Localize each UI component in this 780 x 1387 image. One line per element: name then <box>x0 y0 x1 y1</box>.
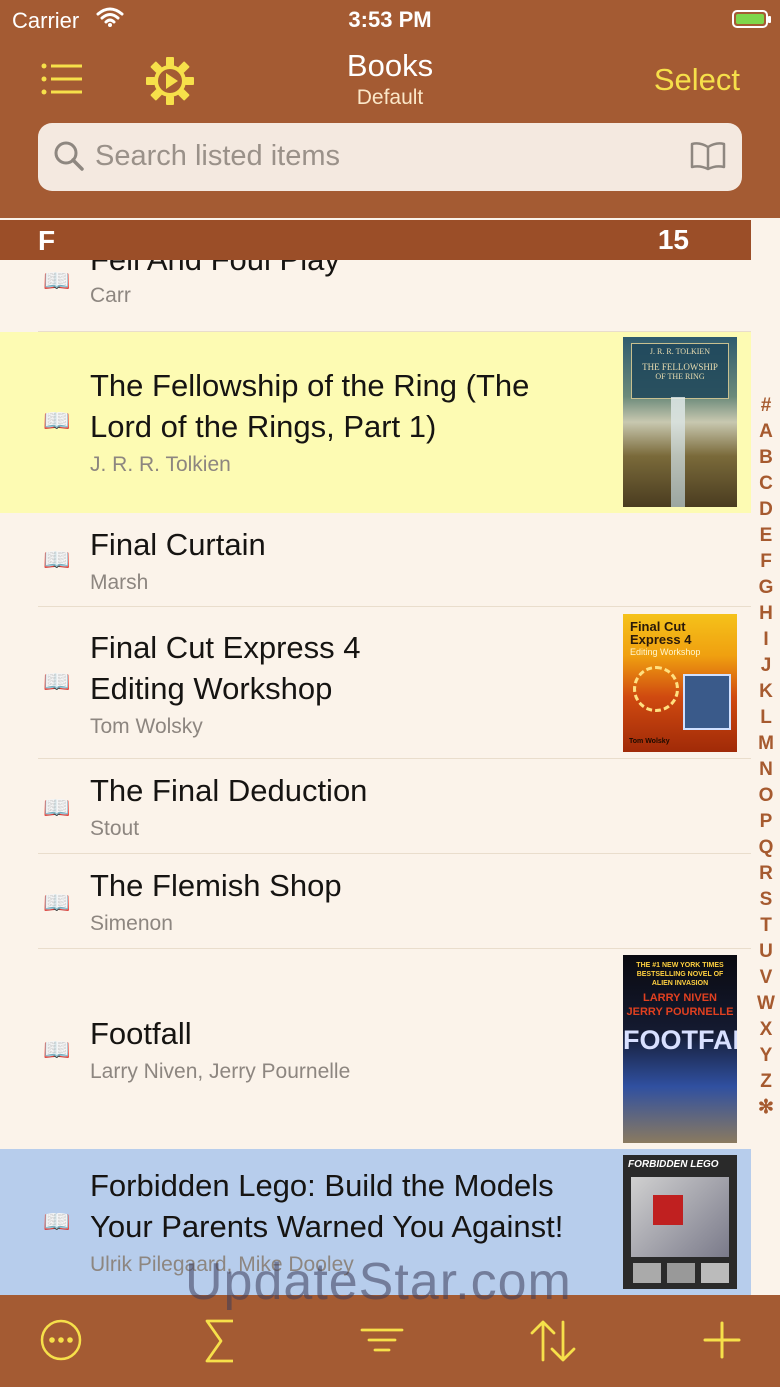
list-item[interactable]: 📖 Fell And Foul Play Carr <box>0 260 751 332</box>
index-letter[interactable]: ✻ <box>755 1095 777 1121</box>
select-button[interactable]: Select <box>654 62 740 98</box>
book-list[interactable]: 📖 Fell And Foul Play Carr 📖 The Fellowsh… <box>0 260 751 1295</box>
item-title-line2: Lord of the Rings, Part 1) <box>90 409 437 444</box>
index-letter[interactable]: Y <box>755 1043 777 1069</box>
item-title: Forbidden Lego: Build the Models <box>90 1168 554 1203</box>
open-book-icon: 📖 <box>43 669 71 694</box>
open-book-icon: 📖 <box>43 408 71 433</box>
index-letter[interactable]: T <box>755 913 777 939</box>
book-cover: Final Cut Express 4 Editing Workshop Tom… <box>623 614 737 752</box>
open-book-icon: 📖 <box>43 1209 71 1234</box>
index-letter[interactable]: X <box>755 1017 777 1043</box>
open-book-icon: 📖 <box>43 1037 71 1062</box>
index-letter[interactable]: # <box>755 393 777 419</box>
search-icon <box>52 139 86 178</box>
open-book-icon: 📖 <box>43 547 71 572</box>
item-title: Final Cut Express 4 <box>90 630 361 665</box>
watermark: UpdateStar.com <box>185 1253 572 1311</box>
more-icon[interactable] <box>39 1318 83 1367</box>
index-letter[interactable]: S <box>755 887 777 913</box>
item-title: Final Curtain <box>90 527 266 562</box>
item-title: The Fellowship of the Ring (The <box>90 368 530 403</box>
list-item[interactable]: 📖 The Fellowship of the Ring (The Lord o… <box>0 332 751 513</box>
book-cover: FORBIDDEN LEGO <box>623 1155 737 1289</box>
list-item[interactable]: 📖 Final Curtain Marsh <box>0 513 751 607</box>
list-item[interactable]: 📖 Footfall Larry Niven, Jerry Pournelle … <box>0 949 751 1149</box>
index-letter[interactable]: G <box>755 575 777 601</box>
clock: 3:53 PM <box>348 7 432 32</box>
index-letter[interactable]: F <box>755 549 777 575</box>
section-letter: F <box>38 225 56 256</box>
item-title-line2: Editing Workshop <box>90 671 333 706</box>
index-letter[interactable]: I <box>755 627 777 653</box>
index-letter[interactable]: V <box>755 965 777 991</box>
index-letter[interactable]: R <box>755 861 777 887</box>
index-letter[interactable]: E <box>755 523 777 549</box>
status-bar: Carrier 3:53 PM <box>0 0 780 40</box>
section-count: 15 <box>657 224 689 255</box>
index-letter[interactable]: L <box>755 705 777 731</box>
book-icon[interactable] <box>690 141 726 176</box>
item-title: The Flemish Shop <box>90 868 342 903</box>
item-author: Tom Wolsky <box>90 715 203 738</box>
open-book-icon: 📖 <box>43 795 71 820</box>
list-item[interactable]: 📖 The Final Deduction Stout <box>0 759 751 854</box>
index-letter[interactable]: H <box>755 601 777 627</box>
book-cover: THE #1 NEW YORK TIMES BESTSELLING NOVEL … <box>623 955 737 1143</box>
item-title: Fell And Foul Play <box>90 260 340 280</box>
index-letter[interactable]: W <box>755 991 777 1017</box>
index-letter[interactable]: B <box>755 445 777 471</box>
sum-icon[interactable] <box>203 1318 237 1369</box>
index-letter[interactable]: J <box>755 653 777 679</box>
item-author: J. R. R. Tolkien <box>90 453 231 476</box>
section-header: F 15 <box>0 220 751 260</box>
search-input[interactable]: Search listed items <box>38 123 742 191</box>
list-item[interactable]: 📖 The Flemish Shop Simenon <box>0 854 751 949</box>
index-letter[interactable]: D <box>755 497 777 523</box>
index-letter[interactable]: M <box>755 731 777 757</box>
index-letter[interactable]: Z <box>755 1069 777 1095</box>
item-author: Larry Niven, Jerry Pournelle <box>90 1060 351 1083</box>
item-author: Simenon <box>90 912 173 935</box>
index-letter[interactable]: C <box>755 471 777 497</box>
top-bar: Carrier 3:53 PM Books Default Select Sea… <box>0 0 780 218</box>
alphabet-index[interactable]: # A B C D E F G H I J K L M N O P Q R S … <box>755 393 777 1121</box>
list-item[interactable]: 📖 Final Cut Express 4 Editing Workshop T… <box>0 607 751 759</box>
filter-icon[interactable] <box>360 1318 404 1367</box>
index-letter[interactable]: U <box>755 939 777 965</box>
item-author: Marsh <box>90 571 149 594</box>
item-author: Carr <box>90 284 131 307</box>
search-placeholder: Search listed items <box>95 140 340 172</box>
item-title-line2: Your Parents Warned You Against! <box>90 1209 564 1244</box>
sort-icon[interactable] <box>528 1318 578 1369</box>
battery-icon <box>732 10 771 28</box>
index-letter[interactable]: N <box>755 757 777 783</box>
item-title: The Final Deduction <box>90 773 368 808</box>
item-title: Footfall <box>90 1016 192 1051</box>
add-icon[interactable] <box>703 1318 741 1367</box>
index-letter[interactable]: Q <box>755 835 777 861</box>
index-letter[interactable]: P <box>755 809 777 835</box>
item-author: Stout <box>90 817 140 840</box>
index-letter[interactable]: K <box>755 679 777 705</box>
open-book-icon: 📖 <box>43 890 71 915</box>
book-cover: J. R. R. TOLKIEN THE FELLOWSHIP OF THE R… <box>623 337 737 507</box>
open-book-icon: 📖 <box>43 268 71 293</box>
index-letter[interactable]: O <box>755 783 777 809</box>
index-letter[interactable]: A <box>755 419 777 445</box>
